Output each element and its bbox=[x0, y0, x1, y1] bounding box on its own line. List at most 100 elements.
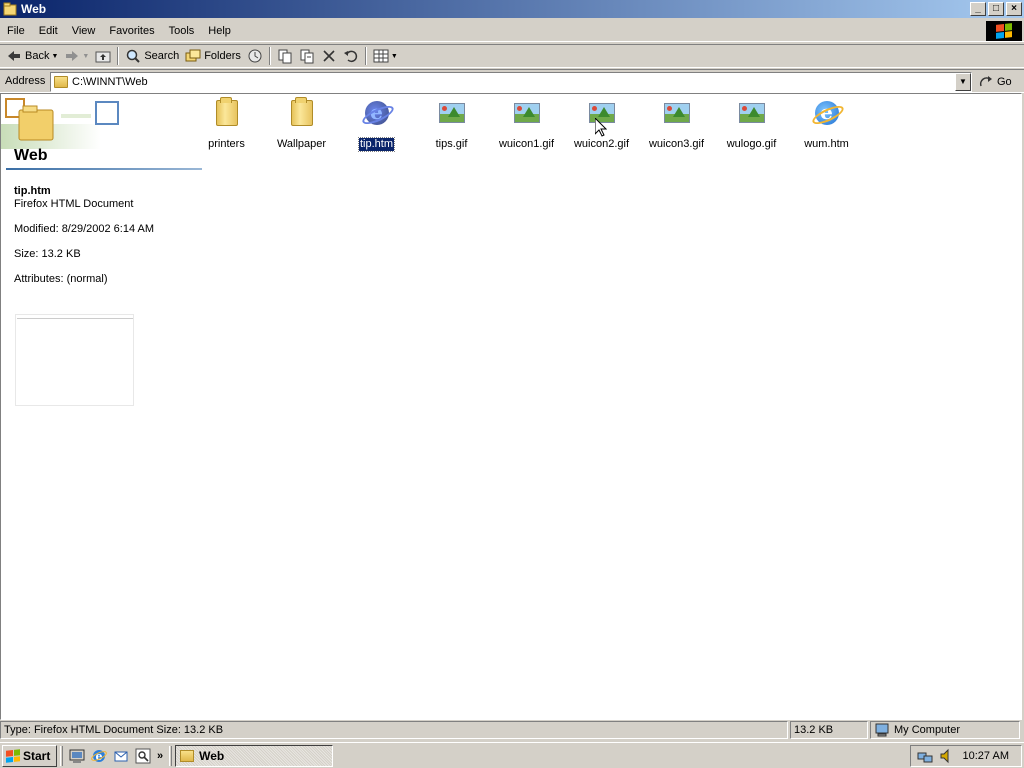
volume-icon[interactable] bbox=[939, 748, 955, 764]
menu-view[interactable]: View bbox=[65, 22, 103, 40]
views-button[interactable]: ▼ bbox=[370, 45, 401, 67]
file-item-tip-htm[interactable]: e tip.htm bbox=[339, 97, 414, 152]
up-folder-button[interactable] bbox=[92, 45, 114, 67]
minimize-button[interactable]: _ bbox=[970, 2, 986, 16]
start-button[interactable]: Start bbox=[2, 744, 57, 767]
go-button[interactable]: Go bbox=[978, 72, 1012, 92]
taskbar: Start e » Web 10:27 AM bbox=[0, 742, 1024, 768]
title-bar[interactable]: Web _ □ × bbox=[0, 0, 1024, 18]
menu-help[interactable]: Help bbox=[201, 22, 238, 40]
toolbar-separator bbox=[364, 47, 367, 65]
folders-label: Folders bbox=[204, 50, 241, 62]
windows-logo-icon bbox=[986, 21, 1022, 41]
address-input[interactable]: C:\WINNT\Web ▼ bbox=[50, 72, 972, 92]
internet-explorer-icon[interactable]: e bbox=[91, 748, 107, 764]
file-item-tips-gif[interactable]: tips.gif bbox=[414, 97, 489, 150]
network-icon[interactable] bbox=[917, 748, 933, 764]
move-to-icon bbox=[277, 48, 293, 64]
back-button[interactable]: Back ▼ bbox=[3, 45, 61, 67]
restore-button[interactable]: □ bbox=[988, 2, 1004, 16]
taskbar-grip[interactable] bbox=[169, 745, 173, 766]
file-label: tips.gif bbox=[435, 138, 468, 150]
file-item-wuicon1-gif[interactable]: wuicon1.gif bbox=[489, 97, 564, 150]
address-bar: Address C:\WINNT\Web ▼ Go bbox=[0, 69, 1024, 93]
file-item-printers[interactable]: printers bbox=[189, 97, 264, 150]
file-label: Wallpaper bbox=[276, 138, 327, 150]
folder-content-pane[interactable]: Web tip.htm Firefox HTML Document Modifi… bbox=[0, 93, 1022, 720]
selected-file-info: tip.htm Firefox HTML Document Modified: … bbox=[14, 185, 154, 286]
move-to-button[interactable] bbox=[274, 45, 296, 67]
copy-to-button[interactable] bbox=[296, 45, 318, 67]
windows-logo-icon bbox=[6, 748, 20, 763]
history-button[interactable] bbox=[244, 45, 266, 67]
folders-button[interactable]: Folders bbox=[182, 45, 244, 67]
back-dropdown-icon[interactable]: ▼ bbox=[51, 53, 58, 60]
back-label: Back bbox=[25, 50, 50, 62]
mouse-cursor-icon bbox=[594, 116, 608, 137]
gif-image-icon bbox=[436, 97, 468, 129]
file-label: wum.htm bbox=[804, 138, 849, 150]
selected-file-size: Size: 13.2 KB bbox=[14, 248, 81, 260]
file-item-wallpaper[interactable]: Wallpaper bbox=[264, 97, 339, 150]
status-zone: My Computer bbox=[870, 721, 1020, 739]
folder-icon bbox=[211, 97, 243, 129]
delete-button[interactable] bbox=[318, 45, 340, 67]
history-icon bbox=[247, 48, 263, 64]
toolbar-separator bbox=[268, 47, 271, 65]
folder-icon bbox=[180, 749, 195, 762]
show-desktop-icon[interactable] bbox=[69, 748, 85, 764]
selected-file-modified: Modified: 8/29/2002 6:14 AM bbox=[14, 223, 155, 235]
menu-edit[interactable]: Edit bbox=[32, 22, 65, 40]
close-button[interactable]: × bbox=[1006, 2, 1022, 16]
outlook-express-icon[interactable] bbox=[113, 748, 129, 764]
ie-document-icon: e bbox=[361, 97, 393, 129]
folder-icon bbox=[54, 76, 68, 88]
address-dropdown-icon[interactable]: ▼ bbox=[955, 73, 971, 91]
file-label: tip.htm bbox=[357, 137, 396, 152]
search-window-icon[interactable] bbox=[135, 748, 151, 764]
gif-image-icon bbox=[661, 97, 693, 129]
standard-toolbar: Back ▼ ▼ Search Folders ▼ bbox=[0, 44, 1024, 68]
back-arrow-icon bbox=[6, 48, 22, 64]
title-underline bbox=[6, 168, 202, 170]
copy-to-icon bbox=[299, 48, 315, 64]
menu-file[interactable]: File bbox=[0, 22, 32, 40]
forward-button[interactable]: ▼ bbox=[61, 45, 92, 67]
file-item-wum-htm[interactable]: e wum.htm bbox=[789, 97, 864, 150]
task-label: Web bbox=[199, 748, 225, 763]
undo-button[interactable] bbox=[340, 45, 362, 67]
file-item-wuicon3-gif[interactable]: wuicon3.gif bbox=[639, 97, 714, 150]
selected-file-name: tip.htm bbox=[14, 185, 51, 197]
folder-icon bbox=[3, 2, 17, 16]
quicklaunch-grip[interactable] bbox=[60, 745, 63, 766]
go-arrow-icon bbox=[978, 74, 994, 90]
views-dropdown-icon[interactable]: ▼ bbox=[391, 53, 398, 60]
go-label: Go bbox=[997, 76, 1012, 88]
views-grid-icon bbox=[373, 48, 389, 64]
address-value[interactable]: C:\WINNT\Web bbox=[72, 76, 148, 88]
folder-icon bbox=[286, 97, 318, 129]
menu-tools[interactable]: Tools bbox=[162, 22, 202, 40]
search-button[interactable]: Search bbox=[122, 45, 182, 67]
clock[interactable]: 10:27 AM bbox=[963, 750, 1009, 762]
search-label: Search bbox=[144, 50, 180, 62]
file-item-wulogo-gif[interactable]: wulogo.gif bbox=[714, 97, 789, 150]
file-label: printers bbox=[208, 138, 245, 150]
menu-favorites[interactable]: Favorites bbox=[102, 22, 161, 40]
system-tray: 10:27 AM bbox=[910, 745, 1022, 767]
forward-arrow-icon bbox=[64, 48, 80, 64]
file-preview-thumbnail bbox=[15, 314, 134, 406]
gif-image-icon bbox=[736, 97, 768, 129]
folder-banner-art-icon bbox=[1, 94, 126, 149]
file-label: wuicon2.gif bbox=[573, 138, 630, 150]
forward-dropdown-icon[interactable]: ▼ bbox=[82, 53, 89, 60]
taskbar-button-web[interactable]: Web bbox=[175, 744, 334, 767]
gif-image-icon bbox=[511, 97, 543, 129]
folder-title: Web bbox=[14, 147, 48, 164]
undo-icon bbox=[343, 48, 359, 64]
quicklaunch-more[interactable]: » bbox=[157, 750, 163, 762]
delete-x-icon bbox=[321, 48, 337, 64]
file-label: wuicon3.gif bbox=[648, 138, 705, 150]
toolbar-separator bbox=[117, 47, 120, 65]
up-folder-icon bbox=[95, 48, 111, 64]
